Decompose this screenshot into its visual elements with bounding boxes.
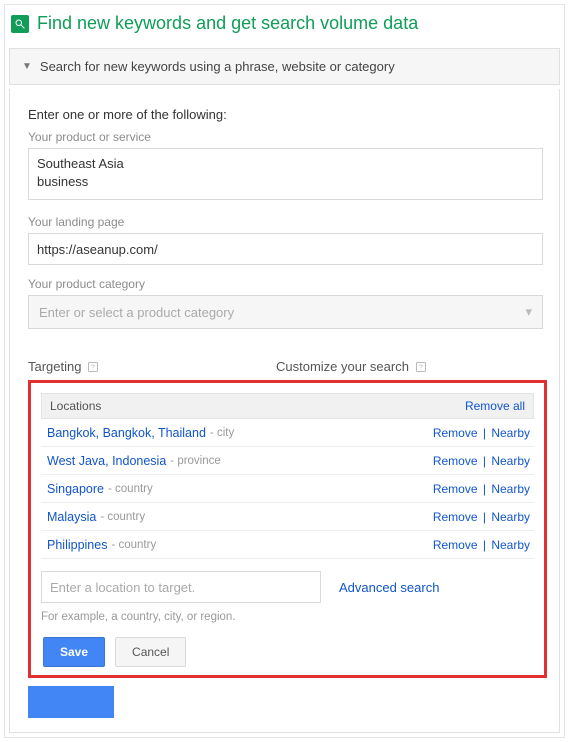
location-actions: Remove | Nearby	[433, 482, 530, 496]
locations-label: Locations	[50, 399, 101, 413]
location-actions: Remove | Nearby	[433, 538, 530, 552]
location-name[interactable]: Singapore	[47, 482, 104, 496]
remove-all-link[interactable]: Remove all	[465, 399, 525, 413]
targeting-text: Targeting	[28, 359, 81, 374]
location-hint: For example, a country, city, or region.	[41, 611, 534, 623]
remove-link[interactable]: Remove	[433, 454, 478, 468]
location-row: Bangkok, Bangkok, Thailand city Remove | N…	[41, 419, 534, 447]
save-button[interactable]: Save	[43, 637, 105, 667]
form-heading: Enter one or more of the following:	[28, 107, 543, 122]
chevron-down-icon: ▾	[525, 304, 532, 320]
customize-text: Customize your search	[276, 359, 409, 374]
svg-text:?: ?	[419, 364, 423, 371]
targeting-panel: Locations Remove all Bangkok, Bangkok, T…	[28, 380, 547, 678]
location-type: province	[170, 455, 221, 467]
accordion-header[interactable]: ▼ Search for new keywords using a phrase…	[9, 48, 560, 85]
locations-header: Locations Remove all	[41, 393, 534, 419]
nearby-link[interactable]: Nearby	[491, 482, 530, 496]
nearby-link[interactable]: Nearby	[491, 426, 530, 440]
advanced-search-link[interactable]: Advanced search	[339, 580, 439, 595]
page-title: Find new keywords and get search volume …	[5, 5, 564, 44]
location-row: West Java, Indonesia province Remove | Nea…	[41, 447, 534, 475]
accordion-label: Search for new keywords using a phrase, …	[40, 59, 395, 74]
location-type: city	[210, 427, 234, 439]
product-input[interactable]	[28, 148, 543, 200]
location-type: country	[111, 539, 156, 551]
product-label: Your product or service	[28, 130, 543, 144]
category-select[interactable]: Enter or select a product category ▾	[28, 295, 543, 329]
location-row: Singapore country Remove | Nearby	[41, 475, 534, 503]
location-row: Philippines country Remove | Nearby	[41, 531, 534, 559]
customize-section-label: Customize your search ?	[276, 359, 427, 374]
landing-input[interactable]	[28, 233, 543, 265]
category-placeholder: Enter or select a product category	[39, 305, 234, 320]
chevron-down-icon: ▼	[22, 61, 32, 72]
location-actions: Remove | Nearby	[433, 454, 530, 468]
nearby-link[interactable]: Nearby	[491, 454, 530, 468]
page-title-text: Find new keywords and get search volume …	[37, 13, 418, 34]
accordion-panel: Enter one or more of the following: Your…	[9, 89, 560, 733]
svg-text:?: ?	[92, 364, 96, 371]
search-icon	[11, 15, 29, 33]
remove-link[interactable]: Remove	[433, 482, 478, 496]
cancel-button[interactable]: Cancel	[115, 637, 186, 667]
help-icon[interactable]: ?	[87, 361, 99, 373]
locations-list: Bangkok, Bangkok, Thailand city Remove | N…	[41, 419, 534, 559]
help-icon[interactable]: ?	[415, 361, 427, 373]
remove-link[interactable]: Remove	[433, 426, 478, 440]
targeting-section-label: Targeting ?	[28, 359, 276, 374]
hidden-button-peek	[28, 686, 114, 718]
location-row: Malaysia country Remove | Nearby	[41, 503, 534, 531]
location-type: country	[108, 483, 153, 495]
location-type: country	[100, 511, 145, 523]
location-name[interactable]: Philippines	[47, 538, 107, 552]
landing-label: Your landing page	[28, 215, 543, 229]
remove-link[interactable]: Remove	[433, 538, 478, 552]
app-frame: Find new keywords and get search volume …	[4, 4, 565, 738]
location-actions: Remove | Nearby	[433, 426, 530, 440]
location-name[interactable]: West Java, Indonesia	[47, 454, 166, 468]
location-name[interactable]: Bangkok, Bangkok, Thailand	[47, 426, 206, 440]
category-label: Your product category	[28, 277, 543, 291]
location-input[interactable]	[41, 571, 321, 603]
location-actions: Remove | Nearby	[433, 510, 530, 524]
nearby-link[interactable]: Nearby	[491, 538, 530, 552]
remove-link[interactable]: Remove	[433, 510, 478, 524]
nearby-link[interactable]: Nearby	[491, 510, 530, 524]
location-name[interactable]: Malaysia	[47, 510, 96, 524]
